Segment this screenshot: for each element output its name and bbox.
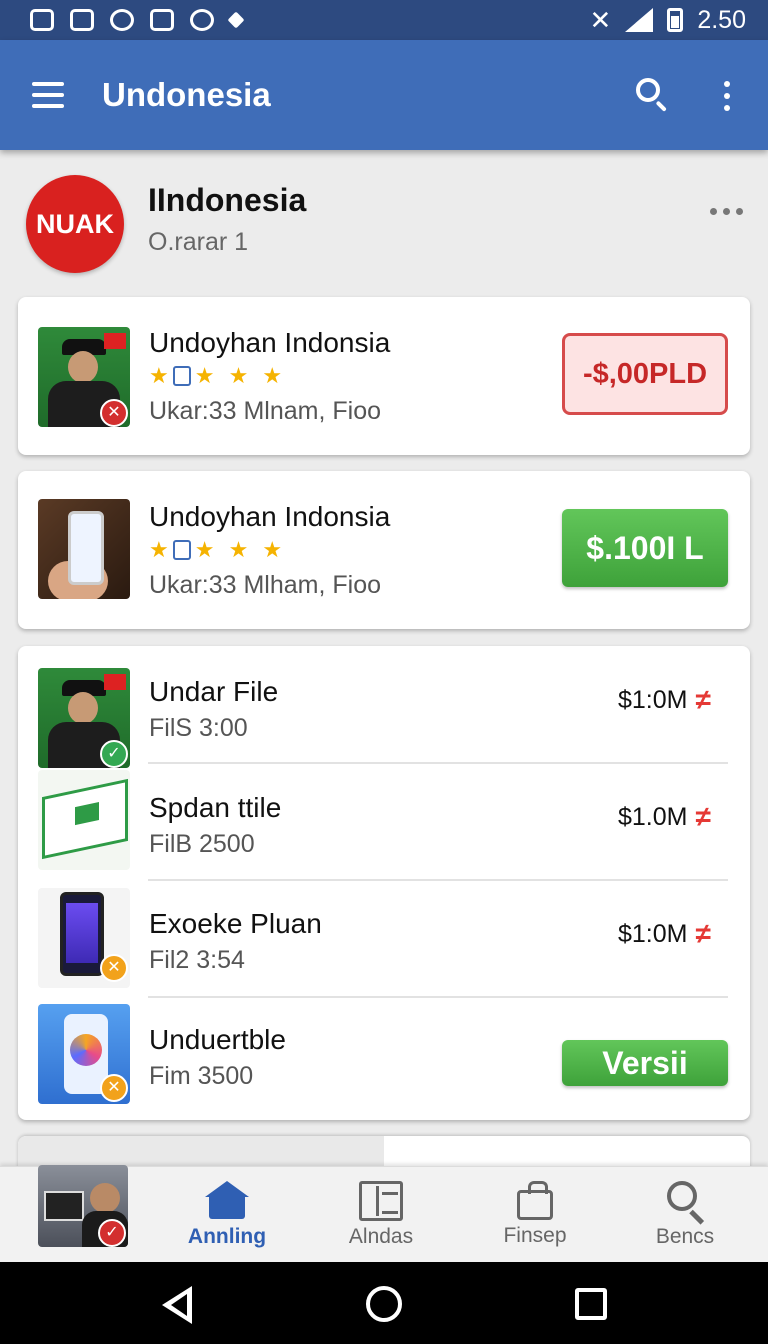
file-price-value: $1:0M — [618, 685, 688, 714]
nav-tab-label: Finsep — [503, 1224, 567, 1247]
notification-circle-icon — [190, 9, 214, 31]
featured-card[interactable]: Undoyhan Indonsia ★ ★ ★ ★ Ukar:33 Mlham, … — [18, 471, 750, 629]
home-icon — [205, 1181, 249, 1221]
search-icon — [663, 1181, 707, 1225]
file-price[interactable]: $1:0M ≠ — [618, 918, 711, 950]
flash-icon: ≠ — [695, 684, 711, 715]
signal-icon — [625, 8, 654, 32]
app-bar: Undonesia — [0, 40, 768, 150]
version-button[interactable]: Versii — [562, 1040, 728, 1086]
profile-subtitle: O.rarar 1 — [148, 228, 249, 256]
bag-icon — [517, 1181, 553, 1220]
flash-icon: ≠ — [695, 918, 711, 949]
tools-badge-icon: ✕ — [100, 399, 128, 427]
file-price-value: $1:0M — [618, 919, 688, 948]
item-title: Undoyhan Indonsia — [149, 327, 391, 358]
nav-tab-grid[interactable]: Alndas — [306, 1167, 456, 1263]
file-subtitle: Fil2 3:54 — [149, 946, 245, 974]
check-badge-icon: ✓ — [100, 740, 128, 768]
list-divider — [148, 762, 728, 764]
file-thumbnail — [38, 770, 130, 870]
list-divider — [148, 996, 728, 998]
file-title[interactable]: Undar File — [149, 676, 278, 708]
home-button-icon[interactable] — [366, 1286, 402, 1322]
profile-name: IIndonesia — [148, 182, 307, 218]
file-thumbnail: ✓ — [38, 668, 130, 768]
file-title[interactable]: Spdan ttile — [149, 792, 281, 824]
file-price-value: $1.0M — [618, 802, 688, 831]
mute-icon: ✕ — [589, 4, 612, 35]
system-navigation-bar — [0, 1262, 768, 1344]
file-list-card: ✓ Undar File FilS 3:00 $1:0M ≠ Spdan ttil… — [18, 646, 750, 1120]
file-subtitle: FilB 2500 — [149, 830, 255, 858]
featured-card[interactable]: ✕ Undoyhan Indonsia ★ ★ ★ ★ Ukar:33 Mlnam… — [18, 297, 750, 455]
recents-icon[interactable] — [575, 1288, 607, 1320]
nav-tab-label: Bencs — [655, 1225, 715, 1248]
nav-tab-label: Annling — [187, 1225, 267, 1248]
brand-logo[interactable]: NUAK — [26, 175, 124, 273]
file-title[interactable]: Unduertble — [149, 1024, 286, 1056]
item-thumbnail — [38, 499, 130, 599]
tools-badge-icon: ✓ — [98, 1219, 126, 1247]
bottom-navigation: ✓ Annling Alndas Finsep Bencs — [0, 1165, 768, 1263]
rating-stars-icon: ★ ★ ★ ★ — [149, 363, 287, 388]
menu-icon[interactable] — [0, 40, 96, 150]
status-bar: ✕ 2.50 — [0, 0, 768, 40]
notification-shield-icon — [110, 9, 134, 31]
file-thumbnail: ✕ — [38, 1004, 130, 1104]
flash-icon: ≠ — [695, 801, 711, 832]
item-thumbnail: ✕ — [38, 327, 130, 427]
search-icon[interactable] — [630, 74, 674, 118]
price-button[interactable]: -$,00PLD — [562, 333, 728, 415]
list-divider — [148, 879, 728, 881]
notification-icons — [30, 9, 245, 31]
item-subtitle: Ukar:33 Mlham, Fioo — [149, 571, 382, 599]
file-subtitle: FilS 3:00 — [149, 714, 248, 742]
notification-square-icon — [150, 9, 174, 31]
price-button[interactable]: $.100I L — [562, 509, 728, 587]
grid-icon — [359, 1181, 403, 1221]
nav-tab-shop[interactable]: Finsep — [460, 1167, 610, 1263]
tools-badge-icon: ✕ — [100, 954, 128, 982]
tools-badge-icon: ✕ — [100, 1074, 128, 1102]
profile-header: NUAK IIndonesia O.rarar 1 — [0, 150, 768, 290]
battery-icon — [667, 8, 684, 32]
item-title: Undoyhan Indonsia — [149, 501, 391, 532]
item-subtitle: Ukar:33 Mlnam, Fioo — [149, 397, 382, 425]
more-vert-icon[interactable] — [712, 76, 742, 116]
notification-app-icon — [30, 9, 54, 31]
app-bar-title: Undonesia — [102, 76, 271, 113]
notification-mail-icon — [70, 9, 94, 31]
file-price[interactable]: $1.0M ≠ — [618, 801, 711, 833]
rating-stars-icon: ★ ★ ★ ★ — [149, 537, 287, 562]
status-time: 2.50 — [697, 5, 746, 34]
nav-tab-label: Alndas — [348, 1225, 414, 1248]
file-title[interactable]: Exoeke Pluan — [149, 908, 322, 940]
back-icon[interactable] — [162, 1286, 196, 1324]
file-thumbnail: ✕ — [38, 888, 130, 988]
notification-dot-icon — [227, 11, 245, 29]
nav-tab-search[interactable]: Bencs — [610, 1167, 760, 1263]
file-subtitle: Fim 3500 — [149, 1062, 254, 1090]
mini-player-thumbnail[interactable]: ✓ — [38, 1165, 128, 1247]
more-horiz-icon[interactable] — [710, 208, 743, 215]
file-price[interactable]: $1:0M ≠ — [618, 684, 711, 716]
nav-tab-home[interactable]: Annling — [152, 1167, 302, 1263]
